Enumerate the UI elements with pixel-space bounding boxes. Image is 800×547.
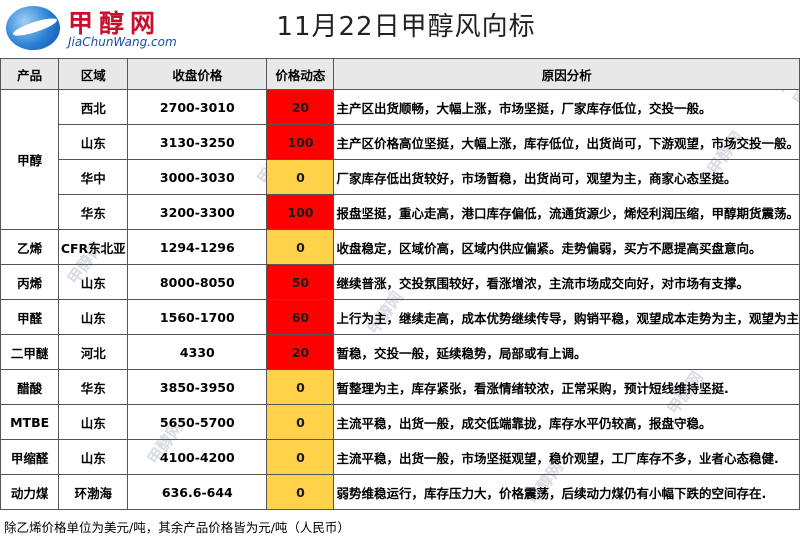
price-cell: 5650-5700 bbox=[127, 404, 268, 440]
change-cell: 60 bbox=[266, 299, 335, 335]
price-cell: 4330 bbox=[127, 334, 268, 370]
reason-cell: 厂家库存低出货较好，市场暂稳，出货尚可，观望为主，商家心态坚挺。 bbox=[333, 159, 800, 195]
table-row: MTBE 山东 5650-5700 0 主流平稳，出货一般，成交低端靠拢，库存水平仍较高… bbox=[0, 404, 800, 440]
table-header-row: 产品 区域 收盘价格 价格动态 原因分析 bbox=[0, 58, 800, 90]
header-reason: 原因分析 bbox=[333, 58, 800, 90]
reason-cell: 上行为主，继续走高，成本优势继续传导，购销平稳，观望成本走势为主，观望为主 bbox=[333, 299, 800, 335]
header-region: 区域 bbox=[58, 58, 129, 90]
product-cell: 甲缩醛 bbox=[0, 439, 60, 475]
market-table: 产品 区域 收盘价格 价格动态 原因分析 甲醇 西北 2700-3010 20 主产区出… bbox=[0, 58, 800, 510]
product-cell: 醋酸 bbox=[0, 369, 60, 405]
change-cell: 20 bbox=[266, 89, 335, 125]
price-cell: 2700-3010 bbox=[127, 89, 268, 125]
region-cell: 山东 bbox=[58, 439, 129, 475]
region-cell: 西北 bbox=[58, 89, 129, 125]
footer-note: 除乙烯价格单位为美元/吨，其余产品价格皆为元/吨（人民币） bbox=[4, 520, 350, 535]
table-row: 乙烯 CFR东北亚 1294-1296 0 收盘稳定，区域价高，区域内供应偏紧。走势偏弱… bbox=[0, 229, 800, 265]
region-cell: 山东 bbox=[58, 404, 129, 440]
product-cell: 动力煤 bbox=[0, 474, 60, 510]
product-cell: 甲醛 bbox=[0, 299, 60, 335]
price-cell: 8000-8050 bbox=[127, 264, 268, 300]
reason-cell: 弱势维稳运行，库存压力大，价格震荡，后续动力煤仍有小幅下跌的空间存在. bbox=[333, 474, 800, 510]
table-row: 甲醛 山东 1560-1700 60 上行为主，继续走高，成本优势继续传导，购销平稳，观… bbox=[0, 299, 800, 335]
change-cell: 100 bbox=[266, 124, 335, 160]
region-cell: 华中 bbox=[58, 159, 129, 195]
region-cell: 环渤海 bbox=[58, 474, 129, 510]
reason-cell: 暂整理为主，库存紧张，看涨情绪较浓，正常采购，预计短线维持坚挺. bbox=[333, 369, 800, 405]
reason-cell: 报盘坚挺，重心走高，港口库存偏低，流通货源少，烯烃利润压缩，甲醇期货震荡。 bbox=[333, 194, 800, 230]
table-body: 甲醇 西北 2700-3010 20 主产区出货顺畅，大幅上涨，市场坚挺，厂家库存低位，… bbox=[0, 89, 800, 510]
brand-logo[interactable]: 甲醇网 JiaChunWang.com bbox=[4, 4, 194, 52]
table-row: 甲醇 西北 2700-3010 20 主产区出货顺畅，大幅上涨，市场坚挺，厂家库存低位，… bbox=[0, 89, 800, 230]
price-cell: 3000-3030 bbox=[127, 159, 268, 195]
change-cell: 0 bbox=[266, 369, 335, 405]
brand-domain: JiaChunWang.com bbox=[68, 35, 177, 49]
reason-cell: 主产区价格高位坚挺，大幅上涨，库存低位，出货尚可，下游观望，市场交投一般。 bbox=[333, 124, 800, 160]
table-row: 山东 3130-3250 100 主产区价格高位坚挺，大幅上涨，库存低位，出货尚可，下… bbox=[1, 124, 800, 160]
reason-cell: 主产区出货顺畅，大幅上涨，市场坚挺，厂家库存低位，交投一般。 bbox=[333, 89, 800, 125]
reason-cell: 收盘稳定，区域价高，区域内供应偏紧。走势偏弱，买方不愿提高买盘意向。 bbox=[333, 229, 800, 265]
region-cell: CFR东北亚 bbox=[58, 229, 129, 265]
header-change: 价格动态 bbox=[266, 58, 335, 90]
change-cell: 0 bbox=[266, 404, 335, 440]
table-row: 二甲醚 河北 4330 20 暂稳，交投一般，延续稳势，局部或有上调。 bbox=[0, 334, 800, 370]
table-row: 醋酸 华东 3850-3950 0 暂整理为主，库存紧张，看涨情绪较浓，正常采购，预计短… bbox=[0, 369, 800, 405]
reason-cell: 暂稳，交投一般，延续稳势，局部或有上调。 bbox=[333, 334, 800, 370]
page-title: 11月22日甲醇风向标 bbox=[276, 12, 536, 42]
region-cell: 河北 bbox=[58, 334, 129, 370]
reason-cell: 继续普涨，交投氛围较好，看涨增浓，主流市场成交向好，对市场有支撑。 bbox=[333, 264, 800, 300]
region-cell: 山东 bbox=[58, 264, 129, 300]
reason-cell: 主流平稳，出货一般，成交低端靠拢，库存水平仍较高，报盘守稳。 bbox=[333, 404, 800, 440]
region-cell: 华东 bbox=[58, 369, 129, 405]
product-cell: 丙烯 bbox=[0, 264, 60, 300]
price-cell: 4100-4200 bbox=[127, 439, 268, 475]
product-cell: 乙烯 bbox=[0, 229, 60, 265]
product-cell: MTBE bbox=[0, 404, 60, 440]
header: 甲醇网 JiaChunWang.com 11月22日甲醇风向标 bbox=[0, 0, 800, 56]
price-cell: 3200-3300 bbox=[127, 194, 268, 230]
price-cell: 3130-3250 bbox=[127, 124, 268, 160]
change-cell: 100 bbox=[266, 194, 335, 230]
region-cell: 山东 bbox=[58, 299, 129, 335]
change-cell: 20 bbox=[266, 334, 335, 370]
price-cell: 1294-1296 bbox=[127, 229, 268, 265]
change-cell: 50 bbox=[266, 264, 335, 300]
table-row: 动力煤 环渤海 636.6-644 0 弱势维稳运行，库存压力大，价格震荡，后续动力煤仍… bbox=[0, 474, 800, 510]
change-cell: 0 bbox=[266, 229, 335, 265]
change-cell: 0 bbox=[266, 439, 335, 475]
price-cell: 636.6-644 bbox=[127, 474, 268, 510]
table-row: 甲缩醛 山东 4100-4200 0 主流平稳，出货一般，市场坚挺观望，稳价观望，工厂库… bbox=[0, 439, 800, 475]
change-cell: 0 bbox=[266, 474, 335, 510]
header-price: 收盘价格 bbox=[127, 58, 268, 90]
table-row: 华东 3200-3300 100 报盘坚挺，重心走高，港口库存偏低，流通货源少，烯烃利… bbox=[1, 194, 800, 230]
table-row: 华中 3000-3030 0 厂家库存低出货较好，市场暂稳，出货尚可，观望为主，商家心… bbox=[1, 159, 800, 195]
change-cell: 0 bbox=[266, 159, 335, 195]
region-cell: 华东 bbox=[58, 194, 129, 230]
table-row: 丙烯 山东 8000-8050 50 继续普涨，交投氛围较好，看涨增浓，主流市场成交向好… bbox=[0, 264, 800, 300]
region-cell: 山东 bbox=[58, 124, 129, 160]
product-cell: 甲醇 bbox=[0, 89, 60, 230]
product-cell: 二甲醚 bbox=[0, 334, 60, 370]
price-cell: 3850-3950 bbox=[127, 369, 268, 405]
price-cell: 1560-1700 bbox=[127, 299, 268, 335]
reason-cell: 主流平稳，出货一般，市场坚挺观望，稳价观望，工厂库存不多，业者心态稳健. bbox=[333, 439, 800, 475]
header-product: 产品 bbox=[0, 58, 60, 90]
